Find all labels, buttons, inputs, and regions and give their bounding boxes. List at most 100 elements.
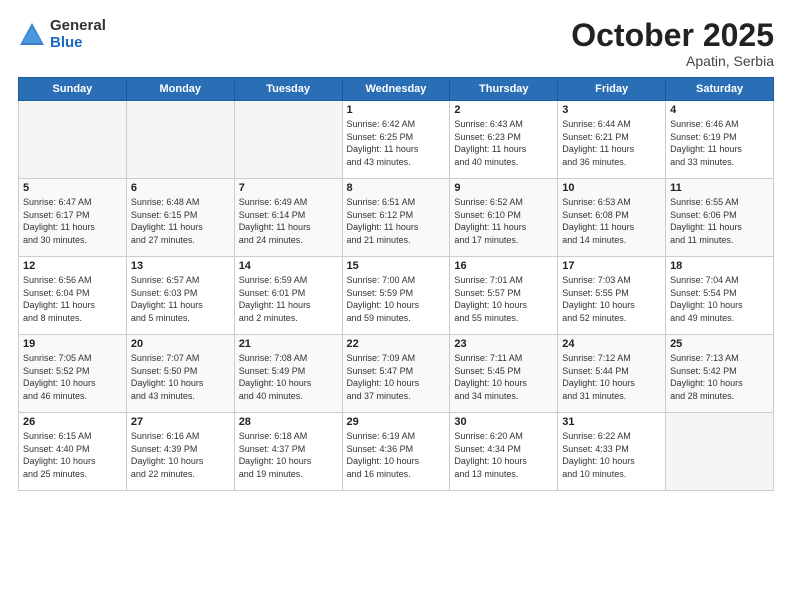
day-cell-28: 28 Sunrise: 6:18 AM Sunset: 4:37 PM Dayli… <box>234 413 342 491</box>
week-row-3: 12Sunrise: 6:56 AM Sunset: 6:04 PM Dayli… <box>19 257 774 335</box>
day-number: 19 <box>23 338 122 350</box>
day-cell-9: 9 Sunrise: 6:52 AM Sunset: 6:10 PM Daylig… <box>450 179 558 257</box>
day-cell-31: 31 Sunrise: 6:22 AM Sunset: 4:33 PM Dayli… <box>558 413 666 491</box>
day-number: 22 <box>347 338 446 350</box>
day-cell-13: 13Sunrise: 6:57 AM Sunset: 6:03 PM Dayli… <box>126 257 234 335</box>
day-info: Sunrise: 6:20 AM Sunset: 4:34 PM Dayligh… <box>454 430 553 480</box>
week-row-1: 1Sunrise: 6:42 AM Sunset: 6:25 PM Daylig… <box>19 101 774 179</box>
day-number: 7 <box>239 182 338 194</box>
day-info: Sunrise: 7:07 AM Sunset: 5:50 PM Dayligh… <box>131 352 230 402</box>
weekday-header-tuesday: Tuesday <box>234 78 342 101</box>
day-number: 27 <box>131 416 230 428</box>
day-cell-10: 10 Sunrise: 6:53 AM Sunset: 6:08 PM Dayli… <box>558 179 666 257</box>
week-row-4: 19 Sunrise: 7:05 AM Sunset: 5:52 PM Dayli… <box>19 335 774 413</box>
logo-text: General Blue <box>50 18 106 51</box>
day-info: Sunrise: 6:55 AM Sunset: 6:06 PM Dayligh… <box>670 196 769 246</box>
weekday-header-sunday: Sunday <box>19 78 127 101</box>
day-info: Sunrise: 6:47 AM Sunset: 6:17 PM Dayligh… <box>23 196 122 246</box>
day-cell-7: 7 Sunrise: 6:49 AM Sunset: 6:14 PM Daylig… <box>234 179 342 257</box>
weekday-header-saturday: Saturday <box>666 78 774 101</box>
day-cell-2: 2 Sunrise: 6:43 AM Sunset: 6:23 PM Daylig… <box>450 101 558 179</box>
day-cell-21: 21Sunrise: 7:08 AM Sunset: 5:49 PM Dayli… <box>234 335 342 413</box>
day-number: 26 <box>23 416 122 428</box>
day-info: Sunrise: 6:22 AM Sunset: 4:33 PM Dayligh… <box>562 430 661 480</box>
empty-cell <box>234 101 342 179</box>
day-number: 5 <box>23 182 122 194</box>
day-number: 28 <box>239 416 338 428</box>
month-title: October 2025 <box>571 18 774 53</box>
day-cell-8: 8 Sunrise: 6:51 AM Sunset: 6:12 PM Daylig… <box>342 179 450 257</box>
day-cell-1: 1Sunrise: 6:42 AM Sunset: 6:25 PM Daylig… <box>342 101 450 179</box>
page-header: General Blue October 2025 Apatin, Serbia <box>18 18 774 69</box>
day-cell-30: 30 Sunrise: 6:20 AM Sunset: 4:34 PM Dayli… <box>450 413 558 491</box>
day-cell-29: 29 Sunrise: 6:19 AM Sunset: 4:36 PM Dayli… <box>342 413 450 491</box>
day-number: 1 <box>347 104 446 116</box>
weekday-header-wednesday: Wednesday <box>342 78 450 101</box>
day-info: Sunrise: 6:18 AM Sunset: 4:37 PM Dayligh… <box>239 430 338 480</box>
day-cell-6: 6 Sunrise: 6:48 AM Sunset: 6:15 PM Daylig… <box>126 179 234 257</box>
day-info: Sunrise: 7:04 AM Sunset: 5:54 PM Dayligh… <box>670 274 769 324</box>
day-cell-4: 4Sunrise: 6:46 AM Sunset: 6:19 PM Daylig… <box>666 101 774 179</box>
day-number: 10 <box>562 182 661 194</box>
day-number: 21 <box>239 338 338 350</box>
day-number: 31 <box>562 416 661 428</box>
day-number: 18 <box>670 260 769 272</box>
day-info: Sunrise: 6:53 AM Sunset: 6:08 PM Dayligh… <box>562 196 661 246</box>
location: Apatin, Serbia <box>571 53 774 69</box>
day-number: 14 <box>239 260 338 272</box>
day-number: 15 <box>347 260 446 272</box>
weekday-header-monday: Monday <box>126 78 234 101</box>
day-cell-20: 20 Sunrise: 7:07 AM Sunset: 5:50 PM Dayli… <box>126 335 234 413</box>
day-info: Sunrise: 7:05 AM Sunset: 5:52 PM Dayligh… <box>23 352 122 402</box>
day-cell-24: 24 Sunrise: 7:12 AM Sunset: 5:44 PM Dayli… <box>558 335 666 413</box>
day-number: 11 <box>670 182 769 194</box>
day-info: Sunrise: 7:09 AM Sunset: 5:47 PM Dayligh… <box>347 352 446 402</box>
day-cell-17: 17Sunrise: 7:03 AM Sunset: 5:55 PM Dayli… <box>558 257 666 335</box>
day-info: Sunrise: 6:56 AM Sunset: 6:04 PM Dayligh… <box>23 274 122 324</box>
day-cell-25: 25Sunrise: 7:13 AM Sunset: 5:42 PM Dayli… <box>666 335 774 413</box>
day-number: 2 <box>454 104 553 116</box>
day-number: 6 <box>131 182 230 194</box>
empty-cell <box>19 101 127 179</box>
day-cell-12: 12Sunrise: 6:56 AM Sunset: 6:04 PM Dayli… <box>19 257 127 335</box>
day-info: Sunrise: 6:43 AM Sunset: 6:23 PM Dayligh… <box>454 118 553 168</box>
day-cell-27: 27 Sunrise: 6:16 AM Sunset: 4:39 PM Dayli… <box>126 413 234 491</box>
day-cell-23: 23Sunrise: 7:11 AM Sunset: 5:45 PM Dayli… <box>450 335 558 413</box>
logo-icon <box>18 21 46 49</box>
day-number: 20 <box>131 338 230 350</box>
day-number: 16 <box>454 260 553 272</box>
day-cell-11: 11 Sunrise: 6:55 AM Sunset: 6:06 PM Dayli… <box>666 179 774 257</box>
day-info: Sunrise: 6:15 AM Sunset: 4:40 PM Dayligh… <box>23 430 122 480</box>
day-cell-3: 3Sunrise: 6:44 AM Sunset: 6:21 PM Daylig… <box>558 101 666 179</box>
day-number: 29 <box>347 416 446 428</box>
day-info: Sunrise: 6:19 AM Sunset: 4:36 PM Dayligh… <box>347 430 446 480</box>
day-cell-19: 19 Sunrise: 7:05 AM Sunset: 5:52 PM Dayli… <box>19 335 127 413</box>
weekday-header-row: SundayMondayTuesdayWednesdayThursdayFrid… <box>19 78 774 101</box>
day-info: Sunrise: 6:51 AM Sunset: 6:12 PM Dayligh… <box>347 196 446 246</box>
day-cell-14: 14 Sunrise: 6:59 AM Sunset: 6:01 PM Dayli… <box>234 257 342 335</box>
day-number: 13 <box>131 260 230 272</box>
day-info: Sunrise: 6:59 AM Sunset: 6:01 PM Dayligh… <box>239 274 338 324</box>
day-number: 30 <box>454 416 553 428</box>
day-number: 24 <box>562 338 661 350</box>
day-info: Sunrise: 7:12 AM Sunset: 5:44 PM Dayligh… <box>562 352 661 402</box>
day-cell-18: 18 Sunrise: 7:04 AM Sunset: 5:54 PM Dayli… <box>666 257 774 335</box>
day-number: 4 <box>670 104 769 116</box>
calendar-table: SundayMondayTuesdayWednesdayThursdayFrid… <box>18 77 774 491</box>
day-info: Sunrise: 7:03 AM Sunset: 5:55 PM Dayligh… <box>562 274 661 324</box>
day-number: 8 <box>347 182 446 194</box>
weekday-header-thursday: Thursday <box>450 78 558 101</box>
day-number: 3 <box>562 104 661 116</box>
weekday-header-friday: Friday <box>558 78 666 101</box>
day-info: Sunrise: 6:49 AM Sunset: 6:14 PM Dayligh… <box>239 196 338 246</box>
day-info: Sunrise: 7:01 AM Sunset: 5:57 PM Dayligh… <box>454 274 553 324</box>
day-info: Sunrise: 6:52 AM Sunset: 6:10 PM Dayligh… <box>454 196 553 246</box>
day-info: Sunrise: 7:00 AM Sunset: 5:59 PM Dayligh… <box>347 274 446 324</box>
empty-cell <box>126 101 234 179</box>
day-number: 9 <box>454 182 553 194</box>
day-info: Sunrise: 6:16 AM Sunset: 4:39 PM Dayligh… <box>131 430 230 480</box>
day-number: 23 <box>454 338 553 350</box>
title-block: October 2025 Apatin, Serbia <box>571 18 774 69</box>
day-cell-5: 5 Sunrise: 6:47 AM Sunset: 6:17 PM Daylig… <box>19 179 127 257</box>
day-info: Sunrise: 6:48 AM Sunset: 6:15 PM Dayligh… <box>131 196 230 246</box>
